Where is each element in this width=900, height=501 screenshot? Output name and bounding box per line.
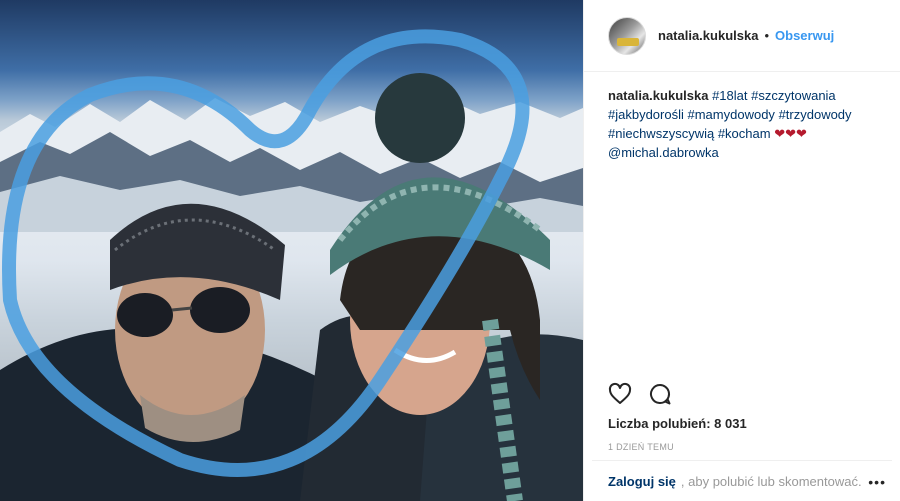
post-timestamp[interactable]: 1 DZIEŃ TEMU bbox=[608, 442, 674, 452]
comment-icon[interactable] bbox=[648, 382, 672, 411]
post-caption: natalia.kukulska #18lat #szczytowania #j… bbox=[584, 72, 900, 362]
hashtag[interactable]: #18lat bbox=[712, 88, 747, 103]
hashtag[interactable]: #jakbydorośli bbox=[608, 107, 684, 122]
follow-button[interactable]: Obserwuj bbox=[775, 28, 834, 43]
hashtag[interactable]: #kocham bbox=[718, 126, 771, 141]
hashtag[interactable]: #trzydowody bbox=[779, 107, 852, 122]
more-options-icon[interactable]: ••• bbox=[868, 474, 886, 490]
heart-emojis: ❤❤❤ bbox=[774, 126, 807, 141]
heart-icon[interactable] bbox=[608, 382, 632, 411]
drawn-heart bbox=[2, 29, 530, 477]
post-actions bbox=[608, 382, 672, 411]
login-prompt: Zaloguj się , aby polubić lub skomentowa… bbox=[592, 460, 892, 501]
caption-username[interactable]: natalia.kukulska bbox=[608, 88, 708, 103]
post-photo[interactable] bbox=[0, 0, 583, 501]
separator-dot: • bbox=[764, 28, 770, 43]
hashtag[interactable]: #szczytowania bbox=[751, 88, 836, 103]
avatar[interactable] bbox=[608, 16, 646, 55]
mention-link[interactable]: @michal.dabrowka bbox=[608, 145, 719, 160]
likes-count[interactable]: Liczba polubień: 8 031 bbox=[608, 416, 747, 431]
hashtag[interactable]: #mamydowody bbox=[688, 107, 775, 122]
post-details-panel: natalia.kukulska • Obserwuj natalia.kuku… bbox=[583, 0, 900, 501]
login-prompt-text: , aby polubić lub skomentować. bbox=[680, 473, 862, 489]
post-header: natalia.kukulska • Obserwuj bbox=[584, 0, 900, 72]
hashtag[interactable]: #niechwszyscywią bbox=[608, 126, 714, 141]
header-username[interactable]: natalia.kukulska bbox=[658, 28, 758, 43]
login-link[interactable]: Zaloguj się bbox=[608, 474, 676, 489]
